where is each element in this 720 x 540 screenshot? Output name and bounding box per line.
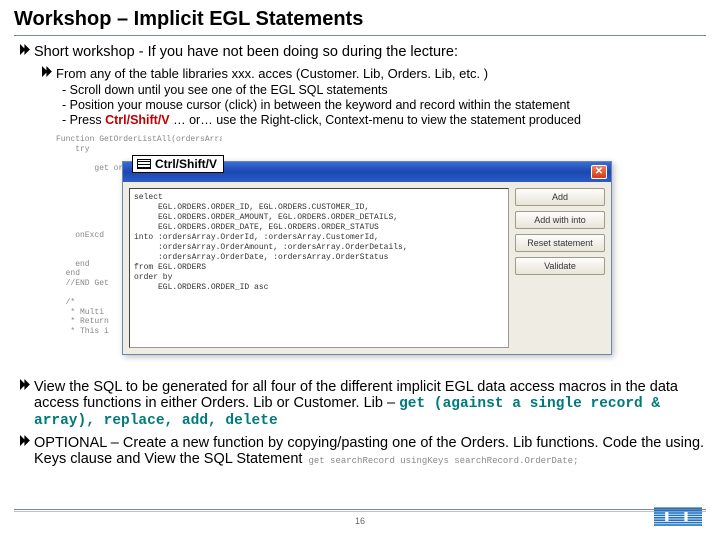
bullet-lvl1-intro: Short workshop - If you have not been do… [20,44,706,60]
dialog-body: select EGL.ORDERS.ORDER_ID, EGL.ORDERS.C… [123,182,611,354]
page-number: 16 [355,516,365,526]
lvl1-view-text: View the SQL to be generated for all fou… [34,379,706,429]
bullet-lvl3-1: - Scroll down until you see one of the E… [62,83,706,97]
screenshot-composite: Function GetOrderListAll(ordersArray Ord… [52,133,612,373]
sql-textarea[interactable]: select EGL.ORDERS.ORDER_ID, EGL.ORDERS.C… [129,188,509,348]
dialog-button-column: Add Add with into Reset statement Valida… [515,182,611,354]
validate-button[interactable]: Validate [515,257,605,275]
slide-title: Workshop – Implicit EGL Statements [14,8,706,35]
bullet-lvl3-2: - Position your mouse cursor (click) in … [62,98,706,112]
bullet-lvl1-view: View the SQL to be generated for all fou… [20,379,706,429]
lvl3-3-tail: … or… use the Right-click, Context-menu … [170,113,581,127]
shortcut-text: Ctrl/Shift/V [155,157,217,171]
shortcut-callout: Ctrl/Shift/V [132,155,224,173]
close-icon[interactable]: ✕ [591,165,607,179]
lvl1-intro-text: Short workshop - If you have not been do… [34,44,706,60]
bullet-lvl1-optional: OPTIONAL – Create a new function by copy… [20,435,706,467]
reset-statement-button[interactable]: Reset statement [515,234,605,252]
bullet-lvl2-intro: From any of the table libraries xxx. acc… [42,66,706,81]
lvl2-intro-text: From any of the table libraries xxx. acc… [56,66,706,81]
sql-view-dialog: ✕ select EGL.ORDERS.ORDER_ID, EGL.ORDERS… [122,161,612,355]
lvl3-3-pre: - Press [62,113,105,127]
bullet-lvl3-3: - Press Ctrl/Shift/V … or… use the Right… [62,113,706,127]
arrow-icon [20,44,34,58]
footer-divider [14,509,706,510]
arrow-icon [20,379,34,393]
add-button[interactable]: Add [515,188,605,206]
arrow-icon [20,435,34,449]
keyboard-icon [137,159,151,169]
title-divider [14,35,706,36]
lvl1-optional-code: get searchRecord usingKeys searchRecord.… [308,456,578,466]
ibm-logo-icon [654,507,702,532]
lvl1-optional-text: OPTIONAL – Create a new function by copy… [34,435,706,467]
footer-divider-shadow [14,511,706,512]
lvl3-3-shortcut: Ctrl/Shift/V [105,113,170,127]
arrow-icon [42,66,56,80]
add-with-into-button[interactable]: Add with into [515,211,605,229]
